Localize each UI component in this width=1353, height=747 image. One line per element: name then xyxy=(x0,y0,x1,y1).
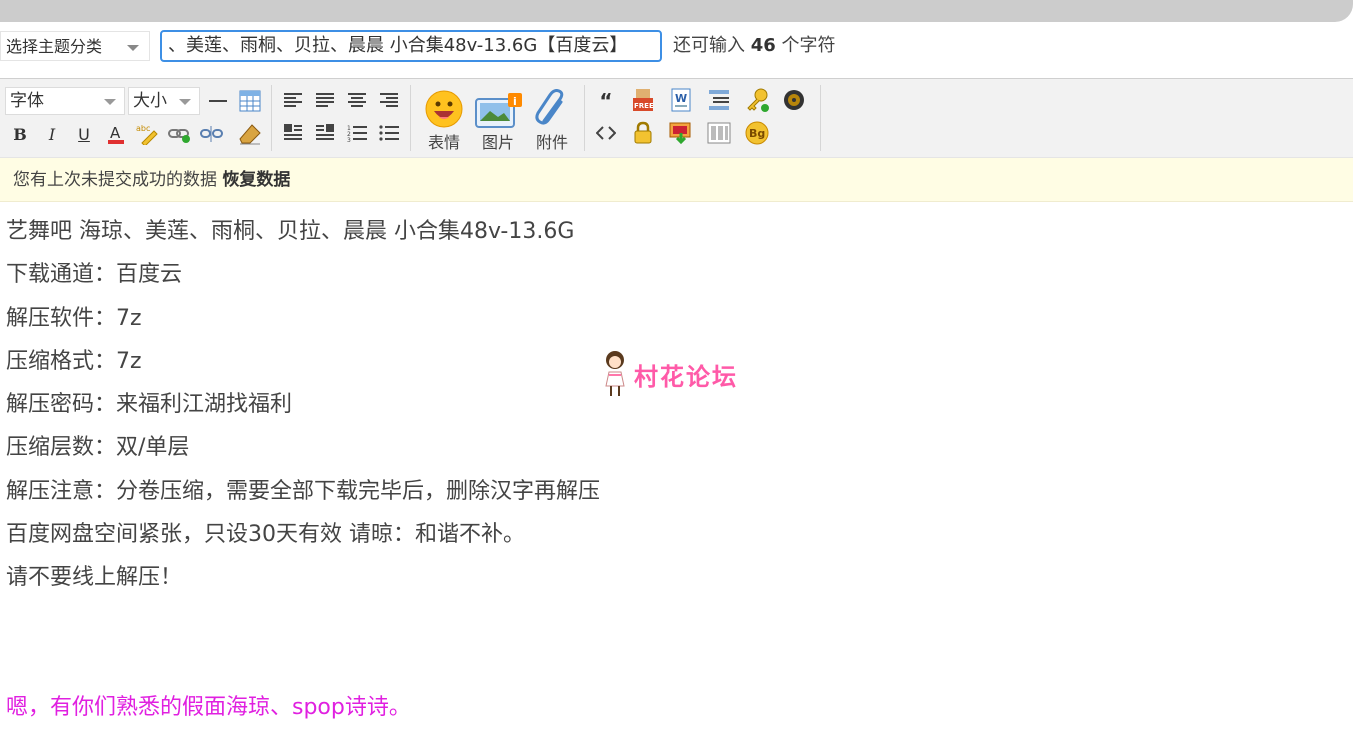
underline-icon[interactable]: U xyxy=(72,122,96,146)
bold-icon[interactable]: B xyxy=(8,122,32,146)
content-line: 百度网盘空间紧张，只设30天有效 请晾：和谐不补。 xyxy=(6,522,525,548)
thread-title-input[interactable]: 、美莲、雨桐、贝拉、晨晨 小合集48v-13.6G【百度云】 xyxy=(160,30,662,62)
svg-text:Bg: Bg xyxy=(749,127,765,140)
toolbar-separator xyxy=(410,85,411,151)
svg-text:i: i xyxy=(513,95,517,108)
toolbar-separator xyxy=(584,85,585,151)
word-paste-icon[interactable]: W xyxy=(669,88,693,112)
editor-toolbar: 字体 大小 B I U A abc 1 2 3 表情 i 图片 附件 “ FRE… xyxy=(0,78,1353,158)
attachment-label: 附件 xyxy=(535,133,568,152)
content-line: 解压软件：7z xyxy=(6,305,142,331)
toolbar-separator xyxy=(820,85,821,151)
window-top-bar xyxy=(0,0,1353,22)
svg-text:abc: abc xyxy=(136,124,150,133)
emoji-label: 表情 xyxy=(427,133,460,152)
forum-watermark: 村花论坛 xyxy=(600,350,738,398)
attachment-button[interactable]: 附件 xyxy=(526,83,578,153)
toolbar-separator xyxy=(271,85,272,151)
svg-text:W: W xyxy=(675,92,687,105)
emoji-button[interactable]: 表情 xyxy=(418,83,470,153)
content-line: 请不要线上解压！ xyxy=(6,565,183,591)
highlight-icon[interactable]: abc xyxy=(136,122,160,146)
image-icon: i xyxy=(472,83,524,129)
girl-mascot-icon xyxy=(605,351,625,396)
columns-icon[interactable] xyxy=(707,121,731,145)
align-left-icon[interactable] xyxy=(281,89,305,113)
chevron-down-icon xyxy=(127,45,139,51)
link-icon[interactable] xyxy=(168,122,192,146)
download-image-icon[interactable] xyxy=(669,121,693,145)
char-counter: 还可输入 46 个字符 xyxy=(673,31,836,61)
counter-count: 46 xyxy=(750,35,776,56)
media-icon[interactable] xyxy=(782,88,806,112)
font-family-label: 字体 xyxy=(10,91,44,111)
content-line: 艺舞吧 海琼、美莲、雨桐、贝拉、晨晨 小合集48v-13.6G xyxy=(6,219,575,244)
table-icon[interactable] xyxy=(238,89,262,113)
content-line: 解压密码：来福利江湖找福利 xyxy=(6,392,293,418)
font-size-select[interactable]: 大小 xyxy=(128,87,200,115)
restore-draft-bar: 您有上次未提交成功的数据 恢复数据 xyxy=(0,158,1353,202)
image-label: 图片 xyxy=(481,133,514,152)
watermark-text: 村花论坛 xyxy=(634,362,738,391)
smiley-icon xyxy=(418,83,470,129)
svg-text:A: A xyxy=(110,124,121,142)
free-content-icon[interactable]: FREE xyxy=(631,88,655,112)
paperclip-icon xyxy=(526,83,578,129)
unlink-icon[interactable] xyxy=(200,122,224,146)
font-color-icon[interactable]: A xyxy=(104,122,128,146)
content-line: 解压注意：分卷压缩，需要全部下载完毕后，删除汉字再解压 xyxy=(6,478,601,504)
ordered-list-icon[interactable]: 123 xyxy=(345,121,369,145)
code-icon[interactable] xyxy=(594,121,618,145)
align-justify-icon[interactable] xyxy=(313,89,337,113)
svg-text:FREE: FREE xyxy=(634,102,654,110)
restore-message: 您有上次未提交成功的数据 xyxy=(13,170,217,190)
float-right-icon[interactable] xyxy=(313,121,337,145)
float-left-icon[interactable] xyxy=(281,121,305,145)
chevron-down-icon xyxy=(104,99,116,105)
topic-category-label: 选择主题分类 xyxy=(6,37,103,56)
image-button[interactable]: i 图片 xyxy=(472,83,524,153)
chevron-down-icon xyxy=(179,99,191,105)
italic-icon[interactable]: I xyxy=(40,122,64,146)
topic-category-select[interactable]: 选择主题分类 xyxy=(0,31,150,61)
horizontal-rule-icon[interactable] xyxy=(206,89,230,113)
lock-icon[interactable] xyxy=(631,121,655,145)
font-family-select[interactable]: 字体 xyxy=(5,87,125,115)
align-center-icon[interactable] xyxy=(345,89,369,113)
counter-suffix: 个字符 xyxy=(781,35,836,56)
unordered-list-icon[interactable] xyxy=(377,121,401,145)
restore-data-link[interactable]: 恢复数据 xyxy=(222,170,290,190)
font-size-label: 大小 xyxy=(133,91,167,111)
svg-text:3: 3 xyxy=(347,137,351,142)
quote-icon[interactable]: “ xyxy=(594,89,618,113)
content-line: 下载通道：百度云 xyxy=(6,262,183,288)
clear-format-icon[interactable] xyxy=(238,122,262,146)
page-break-icon[interactable] xyxy=(707,88,731,112)
key-icon[interactable] xyxy=(745,88,769,112)
background-color-icon[interactable]: Bg xyxy=(745,121,769,145)
editor-content[interactable]: 艺舞吧 海琼、美莲、雨桐、贝拉、晨晨 小合集48v-13.6G 下载通道：百度云… xyxy=(6,210,600,600)
title-row: 选择主题分类 、美莲、雨桐、贝拉、晨晨 小合集48v-13.6G【百度云】 还可… xyxy=(0,28,1353,66)
content-line: 压缩层数：双/单层 xyxy=(6,435,190,461)
pink-note-line: 嗯，有你们熟悉的假面海琼、spop诗诗。 xyxy=(6,695,411,720)
content-line: 压缩格式：7z xyxy=(6,348,142,374)
counter-prefix: 还可输入 xyxy=(673,35,745,56)
align-right-icon[interactable] xyxy=(377,89,401,113)
